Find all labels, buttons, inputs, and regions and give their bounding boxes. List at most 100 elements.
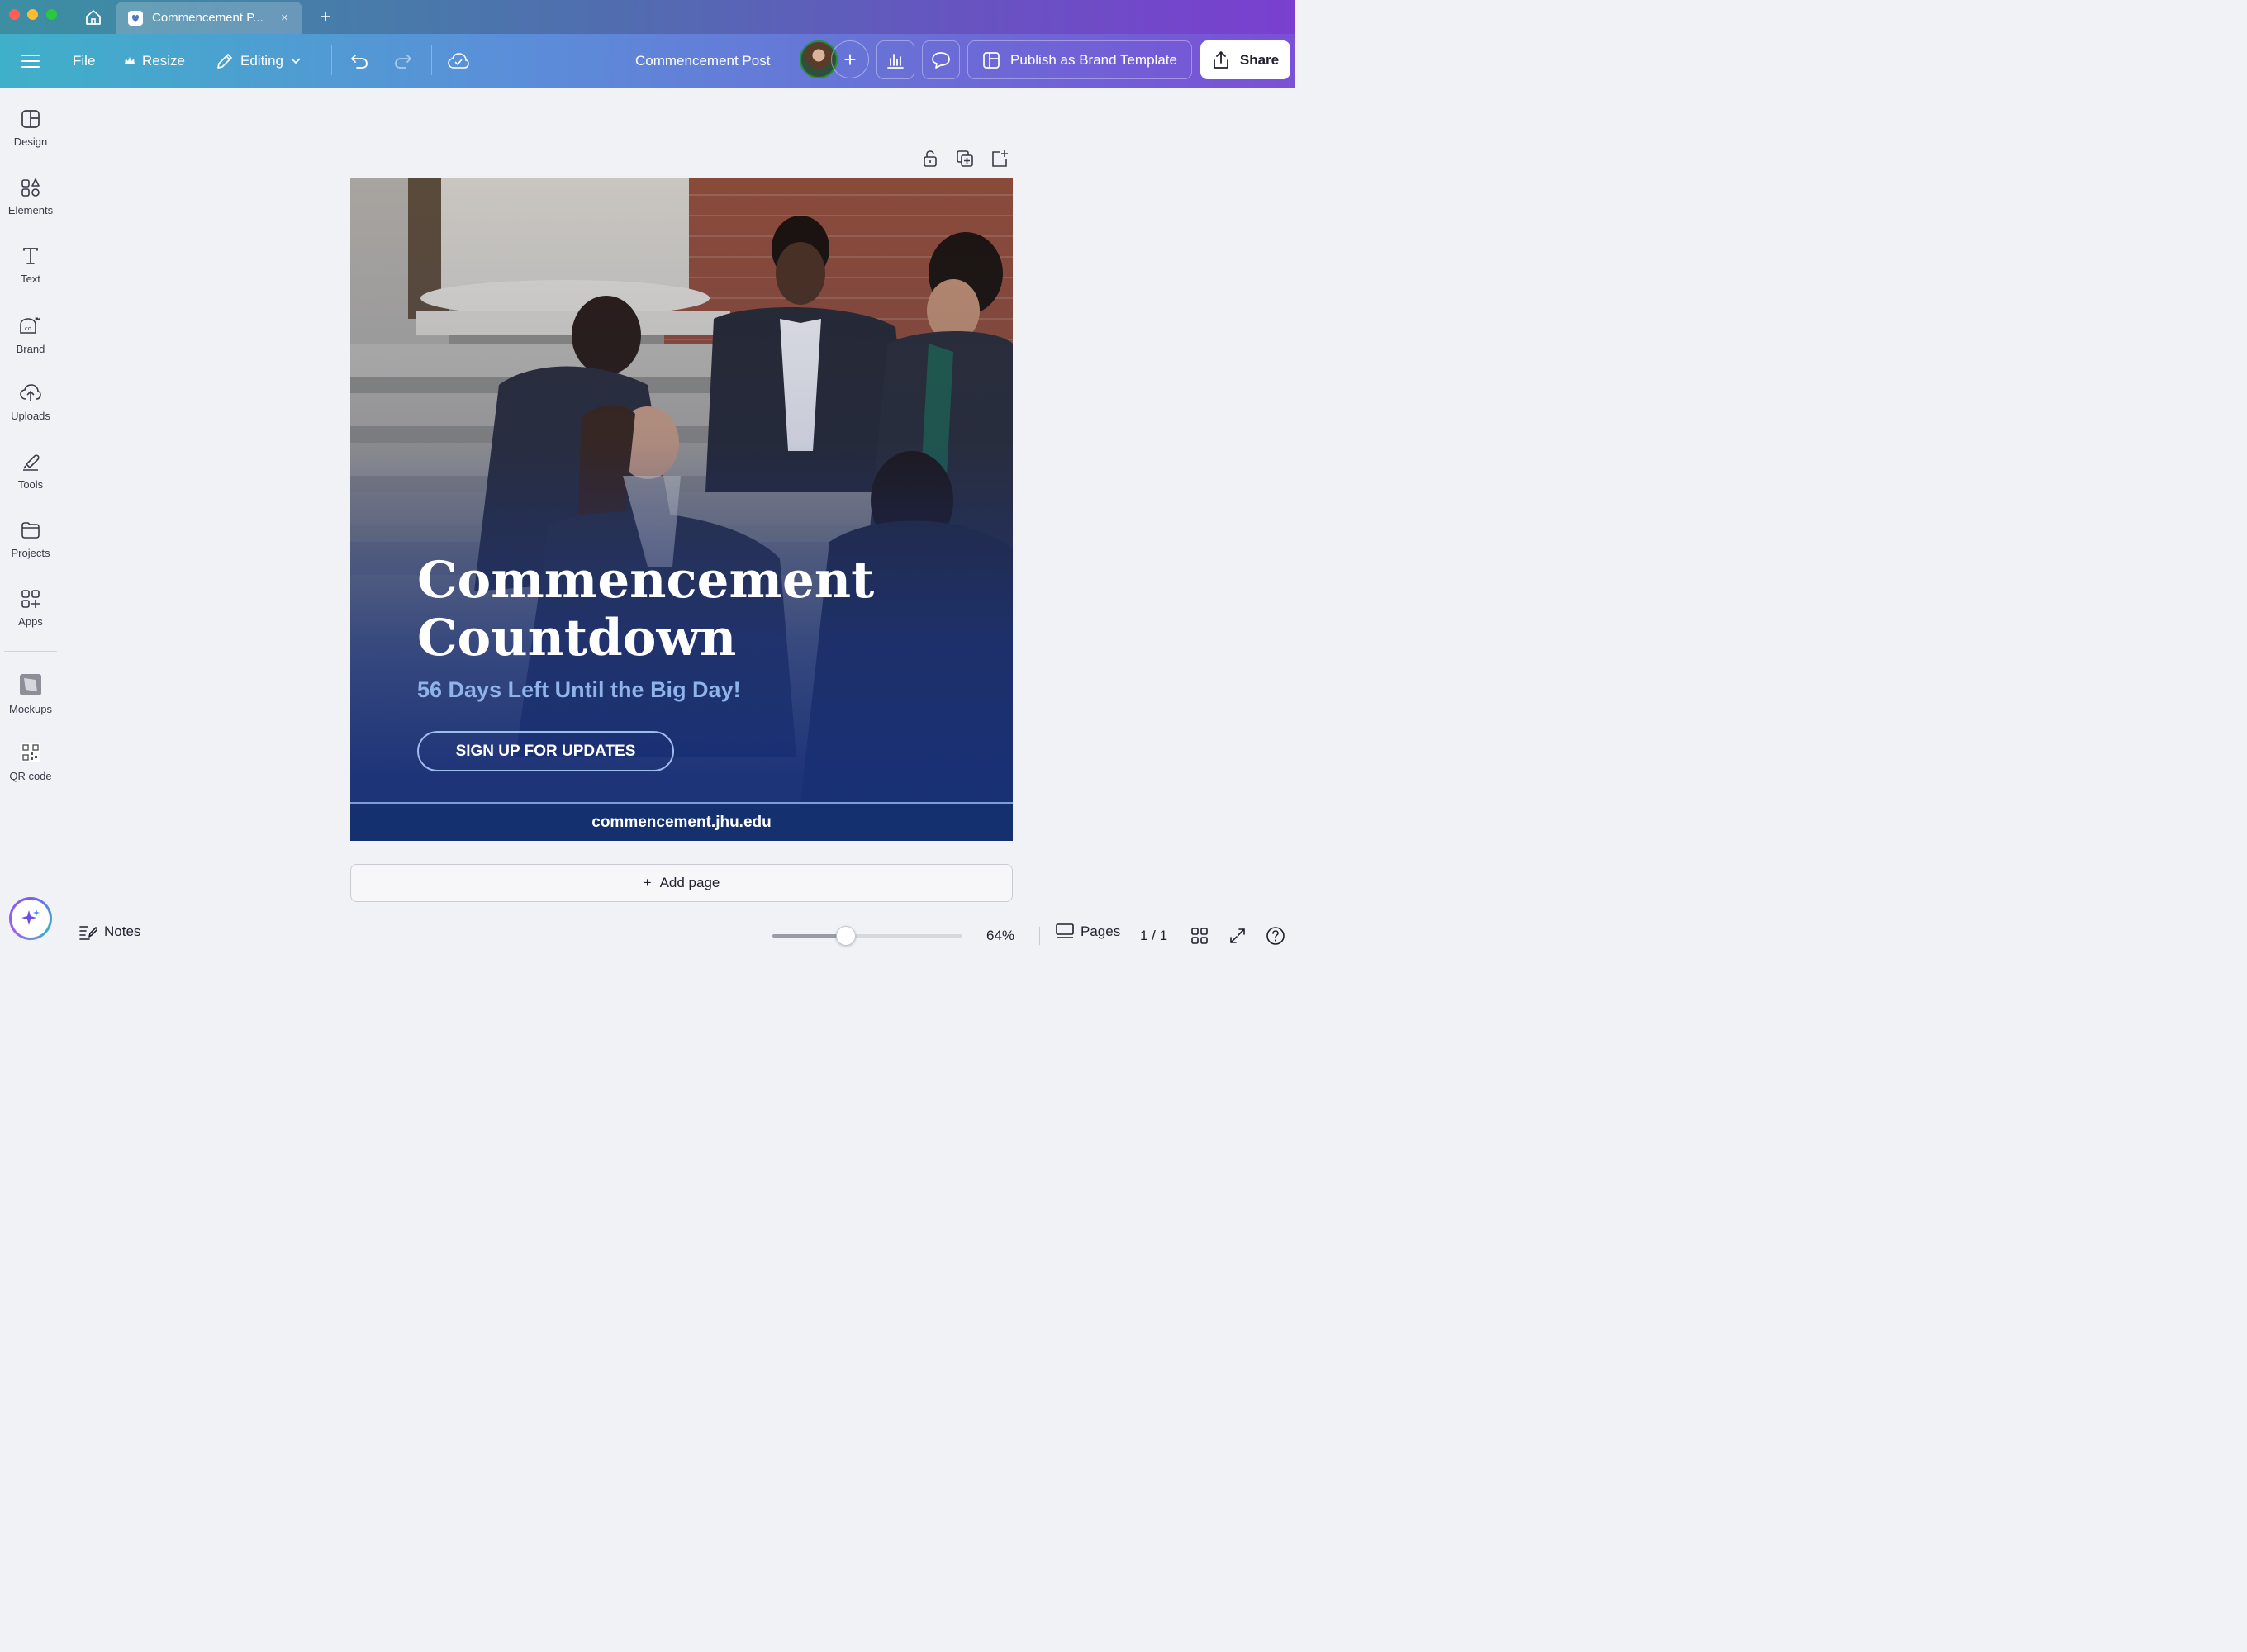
- plus-icon: +: [843, 46, 857, 72]
- tab-close-icon[interactable]: ×: [281, 11, 288, 25]
- minimize-window-button[interactable]: [27, 9, 38, 20]
- qr-code-icon: [21, 743, 40, 762]
- redo-icon: [395, 54, 411, 69]
- hamburger-icon: [21, 54, 40, 68]
- undo-icon: [351, 54, 368, 69]
- sidebar-item-projects[interactable]: Projects: [0, 499, 61, 563]
- brand-icon: co: [20, 316, 40, 334]
- page-count: 1 / 1: [1140, 928, 1168, 943]
- lock-page-button[interactable]: [920, 149, 940, 169]
- share-button[interactable]: Share: [1200, 40, 1290, 79]
- sidebar-item-label: Design: [13, 135, 48, 148]
- close-window-button[interactable]: [9, 9, 20, 20]
- document-title[interactable]: Commencement Post: [635, 34, 770, 88]
- footer-url-text: commencement.jhu.edu: [591, 813, 772, 831]
- cloud-check-icon: [448, 52, 469, 69]
- footer-url-bar[interactable]: commencement.jhu.edu: [350, 804, 1013, 841]
- bottom-bar-divider: [1039, 927, 1040, 945]
- redo-button[interactable]: [393, 34, 413, 88]
- bar-chart-icon: [887, 53, 904, 69]
- chevron-down-icon: [291, 57, 301, 64]
- notes-button[interactable]: Notes: [79, 923, 140, 940]
- sparkle-icon: [21, 909, 40, 925]
- cloud-save-status[interactable]: [448, 34, 469, 88]
- home-tab[interactable]: [78, 5, 109, 30]
- notes-label: Notes: [104, 923, 141, 939]
- text-icon: [23, 248, 38, 264]
- sidebar-item-apps[interactable]: Apps: [0, 567, 61, 632]
- add-collaborator-button[interactable]: +: [831, 40, 869, 78]
- home-icon: [86, 10, 101, 25]
- uploads-icon: [20, 384, 41, 401]
- sidebar-item-mockups[interactable]: Mockups: [0, 652, 61, 716]
- sidebar-item-label: Text: [21, 273, 40, 285]
- publish-brand-template-button[interactable]: Publish as Brand Template: [967, 40, 1192, 79]
- crown-icon: [125, 56, 135, 64]
- headline-line-2: Countdown: [417, 609, 737, 667]
- sidebar-item-text[interactable]: Text: [0, 225, 61, 289]
- editing-label: Editing: [240, 52, 283, 69]
- editing-mode-dropdown[interactable]: Editing: [216, 34, 302, 88]
- tab-title: Commencement P...: [152, 11, 264, 25]
- subhead-text[interactable]: 56 Days Left Until the Big Day!: [417, 677, 741, 703]
- sidebar-item-brand[interactable]: co Brand: [0, 293, 61, 358]
- plus-icon: +: [643, 875, 652, 890]
- zoom-slider-handle[interactable]: [835, 926, 856, 946]
- insights-button[interactable]: [876, 40, 914, 79]
- editor-toolbar: File Resize Editing Commencement Post + …: [0, 34, 1295, 88]
- design-canvas[interactable]: Commencement Countdown 56 Days Left Unti…: [350, 178, 1013, 841]
- headline-text[interactable]: Commencement Countdown: [417, 552, 913, 667]
- resize-label: Resize: [142, 52, 185, 69]
- pages-button[interactable]: Pages: [1056, 923, 1120, 940]
- sidebar-item-label: Apps: [18, 615, 43, 628]
- projects-icon: [21, 522, 40, 539]
- browser-title-bar: Commencement P... × +: [0, 0, 1295, 34]
- fullscreen-button[interactable]: [1228, 926, 1247, 946]
- add-page-above-button[interactable]: [990, 149, 1009, 169]
- expand-icon: [1230, 928, 1245, 943]
- zoom-percentage[interactable]: 64%: [986, 928, 1014, 944]
- magic-assistant-button[interactable]: [9, 897, 52, 940]
- add-page-label: Add page: [659, 875, 720, 890]
- duplicate-page-button[interactable]: [955, 149, 975, 169]
- new-tab-button[interactable]: +: [314, 5, 337, 30]
- file-menu[interactable]: File: [73, 34, 95, 88]
- add-page-button[interactable]: + Add page: [350, 864, 1013, 902]
- duplicate-icon: [957, 150, 973, 167]
- magic-assistant-inner: [12, 900, 50, 938]
- file-menu-label: File: [73, 52, 96, 69]
- brand-template-icon: [983, 51, 1000, 69]
- sidebar-item-design[interactable]: Design: [0, 88, 61, 152]
- sidebar-item-qr-code[interactable]: QR code: [0, 720, 61, 785]
- share-label: Share: [1239, 51, 1280, 68]
- sidebar-item-label: Tools: [17, 478, 44, 491]
- headline-line-1: Commencement: [417, 551, 875, 610]
- sidebar-item-label: Brand: [16, 343, 45, 355]
- comments-button[interactable]: [922, 40, 960, 79]
- pencil-icon: [217, 53, 232, 69]
- sidebar-item-tools[interactable]: Tools: [0, 430, 61, 495]
- toolbar-divider: [431, 45, 432, 75]
- grid-view-button[interactable]: [1190, 926, 1209, 946]
- sidebar-item-label: Mockups: [8, 703, 53, 715]
- lock-icon: [924, 150, 937, 167]
- undo-button[interactable]: [349, 34, 369, 88]
- resize-button[interactable]: Resize: [124, 34, 185, 88]
- left-sidebar: Design Elements Text co Brand Uploads To…: [0, 88, 61, 952]
- maximize-window-button[interactable]: [46, 9, 57, 20]
- comment-icon: [932, 51, 950, 69]
- share-upload-icon: [1213, 50, 1228, 69]
- sidebar-item-label: Uploads: [11, 410, 50, 422]
- document-tab[interactable]: Commencement P... ×: [116, 2, 302, 34]
- zoom-slider-fill: [772, 934, 846, 938]
- canva-doc-icon: [128, 10, 143, 26]
- signup-cta-button[interactable]: SIGN UP FOR UPDATES: [417, 731, 674, 771]
- sidebar-item-uploads[interactable]: Uploads: [0, 362, 61, 426]
- notes-icon: [79, 926, 97, 940]
- main-menu-button[interactable]: [21, 34, 40, 88]
- help-button[interactable]: [1266, 926, 1285, 946]
- grid-view-icon: [1191, 928, 1208, 944]
- toolbar-divider: [331, 45, 332, 75]
- sidebar-item-elements[interactable]: Elements: [0, 156, 61, 221]
- zoom-slider-track[interactable]: [772, 934, 962, 938]
